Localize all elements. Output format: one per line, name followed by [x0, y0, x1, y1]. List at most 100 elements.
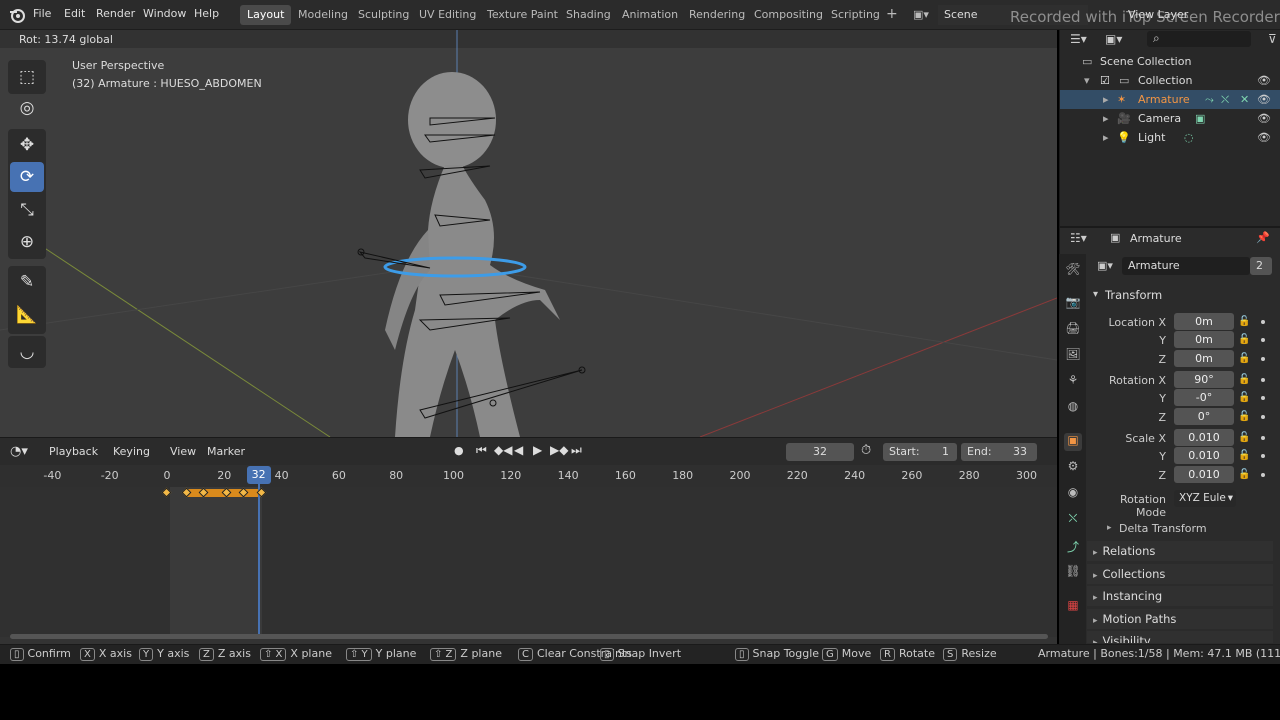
timeline-scrollbar[interactable]	[10, 634, 1048, 639]
current-frame-field[interactable]: 32	[786, 443, 854, 461]
texture-tab-icon[interactable]: ▦	[1064, 598, 1082, 616]
outliner-display-mode-icon[interactable]: ☰▾	[1070, 32, 1087, 46]
record-icon[interactable]: ●	[454, 444, 464, 457]
rotation-x-field[interactable]: 90°	[1174, 371, 1234, 388]
motion-paths-panel[interactable]: ▸ Motion Paths	[1087, 609, 1273, 629]
lock-icon[interactable]: 🔓	[1238, 469, 1250, 481]
expand-arrow-icon[interactable]: ▸	[1103, 112, 1109, 125]
delta-transform-subpanel[interactable]: Delta Transform	[1119, 522, 1207, 535]
scale-x-field[interactable]: 0.010	[1174, 429, 1234, 446]
constraints-tab-icon[interactable]: ⛌	[1064, 511, 1082, 529]
cursor-icon[interactable]: ◎	[10, 93, 44, 123]
start-frame-field[interactable]: Start: 1	[883, 443, 957, 461]
physics-tab-icon[interactable]: ◉	[1064, 485, 1082, 503]
editor-type-icon[interactable]: ☷▾	[1070, 231, 1087, 245]
menu-keying[interactable]: Keying	[113, 445, 150, 458]
rotation-z-field[interactable]: 0°	[1174, 408, 1234, 425]
eye-icon[interactable]: 👁	[1257, 93, 1271, 106]
panel-expand-icon[interactable]: ▾	[1093, 289, 1098, 300]
output-tab-icon[interactable]: 🖨	[1064, 321, 1082, 339]
jump-end-icon[interactable]: ⏭	[571, 443, 582, 458]
lock-icon[interactable]: 🔓	[1238, 450, 1250, 462]
scene-tab-icon[interactable]: ⚘	[1064, 373, 1082, 391]
frame-ruler[interactable]	[0, 465, 1057, 487]
rotate-icon[interactable]: ⟳	[10, 162, 44, 192]
outliner-row-scene-collection[interactable]: ▭ Scene Collection	[1060, 52, 1280, 71]
keyframe-dot-icon[interactable]	[1261, 454, 1265, 458]
user-count-field[interactable]: 2	[1250, 257, 1272, 275]
location-x-field[interactable]: 0m	[1174, 313, 1234, 330]
eye-icon[interactable]: 👁	[1257, 131, 1271, 144]
keyframe-dot-icon[interactable]	[1261, 396, 1265, 400]
tab-shading[interactable]: Shading	[559, 5, 618, 25]
lock-icon[interactable]: 🔓	[1238, 411, 1250, 423]
eye-icon[interactable]: 👁	[1257, 112, 1271, 125]
scale-z-field[interactable]: 0.010	[1174, 466, 1234, 483]
menu-view[interactable]: View	[170, 445, 196, 458]
next-keyframe-icon[interactable]: ▶◆	[550, 443, 568, 457]
tool-tab-icon[interactable]: 🛠	[1064, 262, 1082, 280]
move-icon[interactable]: ✥	[10, 130, 44, 160]
checkbox-icon[interactable]: ☑	[1100, 74, 1110, 87]
measure-icon[interactable]: 📐	[10, 300, 44, 330]
play-reverse-icon[interactable]: ◀	[514, 443, 523, 457]
scene-selector-icon[interactable]: ▣▾	[906, 5, 936, 25]
rotation-mode-select[interactable]: XYZ Eule ▾	[1174, 490, 1236, 507]
lock-icon[interactable]: 🔓	[1238, 432, 1250, 444]
keyframe-dot-icon[interactable]	[1261, 338, 1265, 342]
tab-sculpting[interactable]: Sculpting	[351, 5, 416, 25]
keyframe-dot-icon[interactable]	[1261, 415, 1265, 419]
eye-icon[interactable]: 👁	[1257, 74, 1271, 87]
keyframe-dot-icon[interactable]	[1261, 378, 1265, 382]
lock-icon[interactable]: 🔓	[1238, 392, 1250, 404]
rotation-y-field[interactable]: -0°	[1174, 389, 1234, 406]
annotate-icon[interactable]: ✎	[10, 267, 44, 297]
transform-icon[interactable]: ⊕	[10, 227, 44, 257]
collections-panel[interactable]: ▸ Collections	[1087, 564, 1273, 584]
outliner-filter-icon[interactable]: ▣▾	[1105, 32, 1122, 46]
panel-collapse-icon[interactable]: ▸	[1107, 523, 1112, 533]
keyframe-dot-icon[interactable]	[1261, 357, 1265, 361]
object-tab-icon[interactable]: ▣	[1064, 433, 1082, 451]
tab-animation[interactable]: Animation	[615, 5, 685, 25]
instancing-panel[interactable]: ▸ Instancing	[1087, 586, 1273, 606]
data-tab-icon[interactable]: ⤴	[1064, 538, 1082, 556]
menu-window[interactable]: Window	[143, 7, 186, 20]
menu-file[interactable]: File	[33, 7, 51, 20]
outliner-row-light[interactable]: ▸ 💡 Light ◌ 👁	[1060, 128, 1280, 147]
bone-constraint-tab-icon[interactable]: ⛓	[1064, 564, 1082, 582]
lock-icon[interactable]: 🔓	[1238, 374, 1250, 386]
location-y-field[interactable]: 0m	[1174, 331, 1234, 348]
location-z-field[interactable]: 0m	[1174, 350, 1234, 367]
scale-icon[interactable]: ⤡	[10, 195, 44, 225]
pin-icon[interactable]: 📌	[1256, 231, 1270, 244]
relations-panel[interactable]: ▸ Relations	[1087, 541, 1273, 561]
expand-arrow-icon[interactable]: ▸	[1103, 93, 1109, 106]
keyframe-dot-icon[interactable]	[1261, 473, 1265, 477]
tab-layout[interactable]: Layout	[240, 5, 292, 25]
add-workspace-icon[interactable]: +	[881, 5, 903, 25]
world-tab-icon[interactable]: ◍	[1064, 399, 1082, 417]
tab-rendering[interactable]: Rendering	[682, 5, 752, 25]
play-icon[interactable]: ▶	[533, 443, 542, 457]
visibility-panel[interactable]: ▸ Visibility	[1087, 631, 1273, 643]
tab-texture-paint[interactable]: Texture Paint	[480, 5, 565, 25]
prev-keyframe-icon[interactable]: ◆◀	[494, 443, 512, 457]
tab-scripting[interactable]: Scripting	[824, 5, 887, 25]
menu-edit[interactable]: Edit	[64, 7, 85, 20]
tab-modeling[interactable]: Modeling	[291, 5, 355, 25]
transform-panel-title[interactable]: Transform	[1105, 288, 1162, 302]
scale-y-field[interactable]: 0.010	[1174, 447, 1234, 464]
select-box-icon[interactable]: ⬚	[10, 62, 44, 92]
outliner-row-collection[interactable]: ▾ ☑ ▭ Collection 👁	[1060, 71, 1280, 90]
keyframe-dot-icon[interactable]	[1261, 320, 1265, 324]
outliner-search-input[interactable]	[1147, 31, 1251, 47]
expand-arrow-icon[interactable]: ▸	[1103, 131, 1109, 144]
stopwatch-icon[interactable]: ⏱	[861, 443, 871, 458]
playhead-frame-label[interactable]: 32	[246, 466, 271, 484]
outliner-row-camera[interactable]: ▸ 🎥 Camera ▣ 👁	[1060, 109, 1280, 128]
3d-viewport[interactable]: Rot: 13.74 global User Perspective (32) …	[0, 30, 1057, 437]
timeline-channels[interactable]	[0, 487, 1057, 637]
expand-arrow-icon[interactable]: ▾	[1084, 74, 1090, 87]
tab-compositing[interactable]: Compositing	[747, 5, 830, 25]
